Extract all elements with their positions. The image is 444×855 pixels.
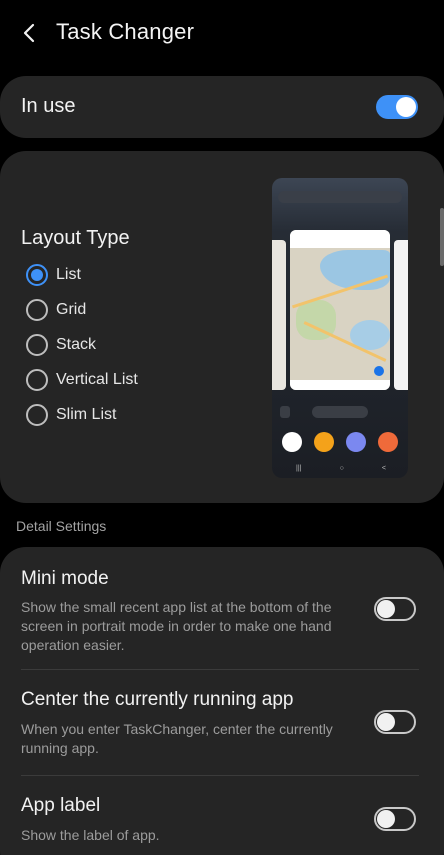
home-nav-icon: ○ — [339, 465, 344, 472]
back-nav-icon: < — [381, 465, 386, 472]
radio-button[interactable] — [26, 404, 48, 426]
in-use-label: In use — [21, 95, 76, 117]
page-title: Task Changer — [56, 19, 195, 44]
gallery-app-icon — [378, 432, 398, 452]
radio-button[interactable] — [26, 299, 48, 321]
chat-app-icon — [346, 432, 366, 452]
layout-option-stack[interactable]: Stack — [26, 332, 96, 358]
setting-app-label[interactable]: App label Show the label of app. — [0, 776, 444, 855]
center-app-toggle[interactable] — [374, 710, 416, 734]
layout-preview-image: ||| ○ < — [272, 178, 408, 478]
layout-option-vertical-list[interactable]: Vertical List — [26, 367, 138, 393]
layout-option-label: Stack — [56, 336, 97, 353]
layout-type-card: Layout Type List Grid Stack Vertical Lis… — [0, 151, 444, 503]
detail-settings-header: Detail Settings — [16, 518, 107, 534]
layout-option-list[interactable]: List — [26, 262, 81, 288]
radio-button[interactable] — [26, 334, 48, 356]
setting-center-running-app[interactable]: Center the currently running app When yo… — [0, 670, 444, 774]
preview-left-card — [272, 240, 286, 390]
maps-app-icon — [282, 432, 302, 452]
setting-title: App label — [21, 795, 101, 816]
radio-button[interactable] — [26, 264, 48, 286]
scrollbar[interactable] — [440, 208, 444, 266]
setting-description: When you enter TaskChanger, center the c… — [21, 721, 333, 756]
layout-option-grid[interactable]: Grid — [26, 297, 86, 323]
back-button[interactable] — [14, 18, 44, 48]
layout-type-title: Layout Type — [21, 227, 130, 249]
layout-option-label: Vertical List — [56, 371, 138, 388]
preview-search-bar — [278, 191, 402, 203]
preview-map-card — [290, 230, 390, 390]
setting-description: Show the label of app. — [21, 827, 160, 843]
task-changer-screen: Task Changer In use Layout Type List Gri… — [0, 0, 444, 855]
recents-nav-icon: ||| — [296, 465, 302, 472]
toggle-knob — [377, 810, 395, 828]
app-label-toggle[interactable] — [374, 807, 416, 831]
preview-clear-all — [312, 406, 368, 418]
preview-nav-bar: ||| ○ < — [296, 465, 386, 473]
messages-app-icon — [314, 432, 334, 452]
setting-description: Show the small recent app list at the bo… — [21, 599, 332, 653]
in-use-toggle[interactable] — [376, 95, 418, 119]
preview-mini-icon — [280, 406, 290, 418]
layout-option-slim-list[interactable]: Slim List — [26, 402, 116, 428]
toggle-knob — [377, 713, 395, 731]
preview-app-dock — [282, 432, 398, 454]
setting-title: Center the currently running app — [21, 689, 294, 710]
detail-settings-card: Mini mode Show the small recent app list… — [0, 547, 444, 855]
preview-status-bar — [272, 178, 408, 188]
layout-option-label: Slim List — [56, 406, 117, 423]
preview-right-card — [394, 240, 408, 390]
layout-option-label: List — [56, 266, 81, 283]
in-use-card[interactable]: In use — [0, 76, 444, 138]
toggle-knob — [377, 600, 395, 618]
app-bar: Task Changer — [0, 0, 444, 66]
setting-title: Mini mode — [21, 568, 109, 589]
toggle-knob — [396, 97, 416, 117]
layout-option-label: Grid — [56, 301, 87, 318]
radio-button[interactable] — [26, 369, 48, 391]
mini-mode-toggle[interactable] — [374, 597, 416, 621]
setting-mini-mode[interactable]: Mini mode Show the small recent app list… — [0, 547, 444, 667]
chevron-left-icon — [23, 23, 35, 43]
